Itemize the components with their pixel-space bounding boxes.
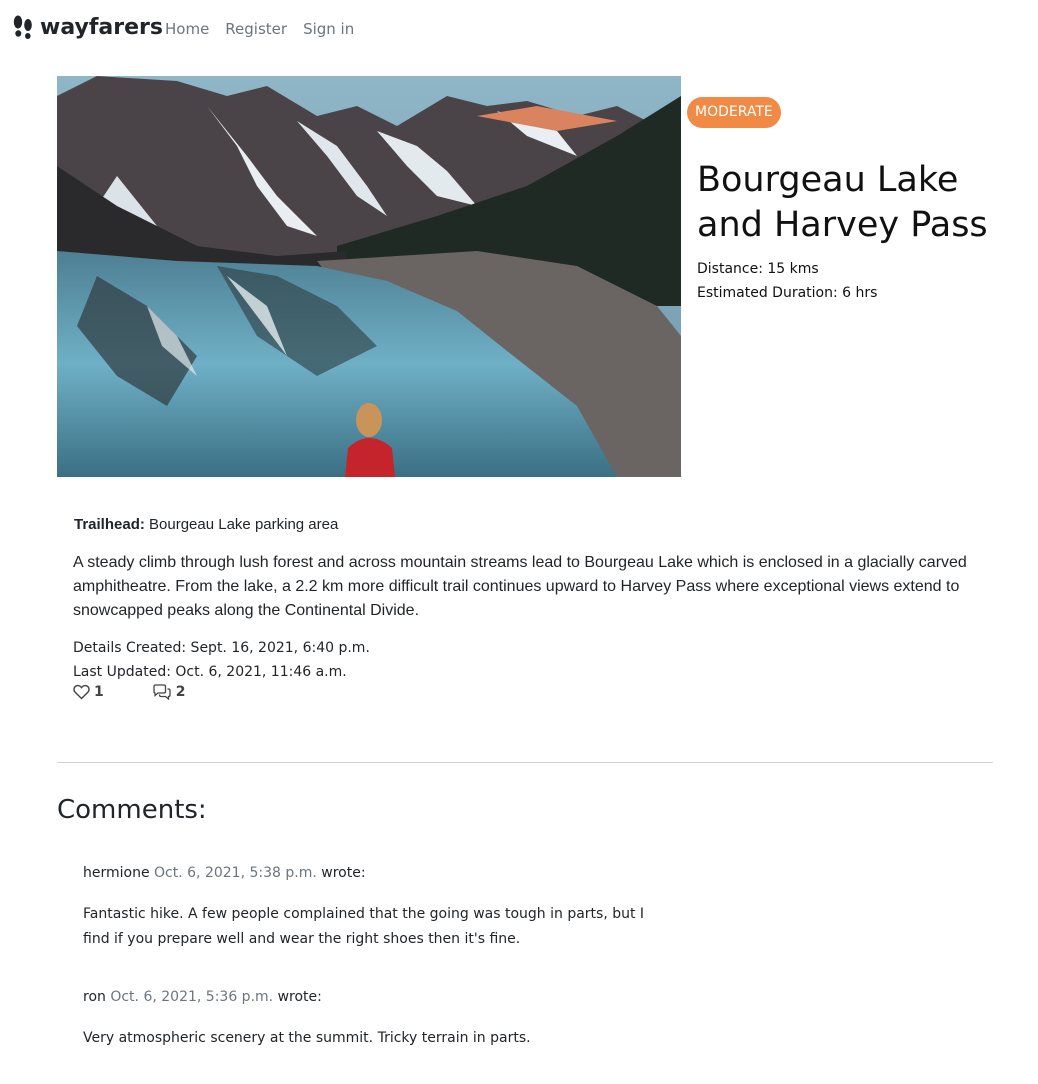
created-date: Details Created: Sept. 16, 2021, 6:40 p.…: [73, 640, 370, 656]
hike-meta: Distance: 15 kms Estimated Duration: 6 h…: [697, 257, 877, 305]
nav-signin-link[interactable]: Sign in: [303, 20, 354, 38]
comments-link[interactable]: 2: [152, 684, 186, 700]
comment-time: Oct. 6, 2021, 5:36 p.m.: [110, 989, 274, 1005]
hike-dates: Details Created: Sept. 16, 2021, 6:40 p.…: [73, 636, 370, 684]
navbar: wayfarers Home Register Sign in: [0, 0, 1038, 60]
brand-name: wayfarers: [40, 14, 163, 40]
comment-author: ron: [83, 989, 106, 1005]
nav-register-link[interactable]: Register: [225, 20, 287, 38]
trailhead-label: Trailhead:: [74, 516, 145, 533]
comment-text: Very atmospheric scenery at the summit. …: [83, 1030, 531, 1046]
hike-distance: Distance: 15 kms: [697, 261, 819, 277]
comment: ron Oct. 6, 2021, 5:36 p.m. wrote: Very …: [83, 986, 683, 1051]
mountain-lake-photo: [57, 76, 681, 477]
comment-header: ron Oct. 6, 2021, 5:36 p.m. wrote:: [83, 986, 683, 1008]
nav-home-link[interactable]: Home: [165, 20, 209, 38]
chat-icon: [153, 684, 171, 700]
comment-header: hermione Oct. 6, 2021, 5:38 p.m. wrote:: [83, 862, 683, 884]
section-divider: [57, 762, 993, 763]
comment-wrote: wrote:: [321, 865, 366, 881]
heart-icon: [73, 684, 90, 700]
comment-wrote: wrote:: [277, 989, 322, 1005]
comment-author: hermione: [83, 865, 150, 881]
comment-text: Fantastic hike. A few people complained …: [83, 906, 645, 947]
hike-title: Bourgeau Lake and Harvey Pass: [697, 160, 988, 245]
nav-links: Home Register Sign in: [165, 20, 354, 38]
comment-time: Oct. 6, 2021, 5:38 p.m.: [154, 865, 317, 881]
difficulty-badge: MODERATE: [687, 97, 781, 128]
hike-image: [57, 76, 681, 477]
footprints-icon: [13, 15, 32, 39]
comment: hermione Oct. 6, 2021, 5:38 p.m. wrote: …: [83, 862, 683, 952]
likes-count: 1: [94, 684, 104, 700]
brand-link[interactable]: wayfarers: [12, 14, 163, 40]
comments-heading: Comments:: [57, 795, 207, 825]
updated-date: Last Updated: Oct. 6, 2021, 11:46 a.m.: [73, 664, 347, 680]
hike-description: A steady climb through lush forest and a…: [73, 554, 967, 619]
trailhead-value: Bourgeau Lake parking area: [144, 516, 339, 533]
comments-count: 2: [175, 684, 186, 700]
hike-duration: Estimated Duration: 6 hrs: [697, 285, 878, 301]
trailhead: Trailhead: Bourgeau Lake parking area: [74, 516, 338, 533]
hike-stats: 1 2: [73, 684, 186, 700]
like-button[interactable]: 1: [73, 684, 104, 700]
